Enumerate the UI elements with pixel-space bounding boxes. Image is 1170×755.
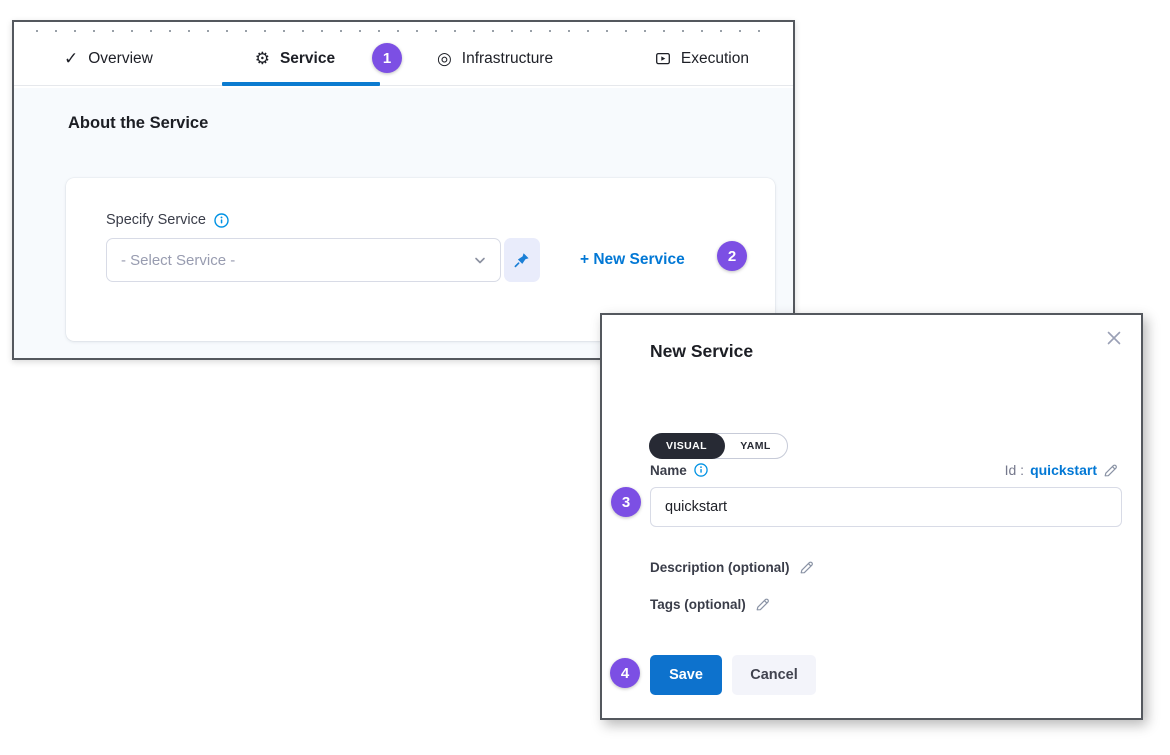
edit-tags-pencil-icon[interactable]	[755, 597, 770, 612]
new-service-link[interactable]: + New Service	[580, 251, 685, 269]
tab-execution-label: Execution	[681, 50, 749, 68]
save-button[interactable]: Save	[650, 655, 722, 695]
tab-service[interactable]: ⚙︎ Service	[255, 32, 335, 85]
tab-overview-label: Overview	[88, 50, 153, 68]
edit-id-pencil-icon[interactable]	[1103, 463, 1118, 478]
section-heading: About the Service	[68, 114, 793, 133]
step-badge-4: 4	[610, 658, 640, 688]
chevron-down-icon	[473, 253, 487, 267]
step-badge-3: 3	[611, 487, 641, 517]
name-id-row: Name Id : quickstart	[650, 462, 1118, 478]
step-badge-2: 2	[717, 241, 747, 271]
info-icon[interactable]	[694, 463, 708, 477]
tags-field: Tags (optional)	[650, 597, 770, 612]
description-field: Description (optional)	[650, 560, 814, 575]
service-select[interactable]: - Select Service -	[106, 238, 501, 282]
play-box-icon	[655, 51, 671, 67]
step-badge-1: 1	[372, 43, 402, 73]
service-select-row: - Select Service - + New	[106, 238, 775, 282]
target-icon: ◎	[437, 50, 452, 67]
pin-icon	[514, 252, 530, 268]
id-label: Id :	[1005, 462, 1024, 478]
description-label: Description (optional)	[650, 560, 790, 575]
check-icon: ✓	[64, 50, 78, 67]
toggle-yaml[interactable]: YAML	[725, 434, 787, 458]
visual-yaml-toggle: VISUAL YAML	[649, 433, 788, 459]
toggle-visual[interactable]: VISUAL	[649, 433, 725, 459]
stage-tab-bar: ✓ Overview ⚙︎ Service ◎ Infrastructure E…	[14, 32, 793, 86]
pin-runtime-input-button[interactable]	[504, 238, 540, 282]
edit-description-pencil-icon[interactable]	[799, 560, 814, 575]
service-name-input[interactable]	[650, 487, 1122, 527]
name-label-text: Name	[650, 463, 687, 478]
cancel-button[interactable]: Cancel	[732, 655, 816, 695]
gear-icon: ⚙︎	[255, 50, 270, 67]
service-id: Id : quickstart	[1005, 462, 1118, 478]
pipeline-stage-panel: ✓ Overview ⚙︎ Service ◎ Infrastructure E…	[12, 20, 795, 360]
dialog-title: New Service	[650, 341, 753, 362]
tab-execution[interactable]: Execution	[655, 32, 749, 85]
info-icon[interactable]	[214, 213, 229, 228]
new-service-dialog: New Service VISUAL YAML Name Id : quicks…	[600, 313, 1143, 720]
tab-overview[interactable]: ✓ Overview	[64, 32, 153, 85]
tab-infrastructure[interactable]: ◎ Infrastructure	[437, 32, 553, 85]
specify-service-label-text: Specify Service	[106, 212, 206, 228]
specify-service-label: Specify Service	[106, 212, 775, 228]
id-value: quickstart	[1030, 462, 1097, 478]
service-select-placeholder: - Select Service -	[121, 252, 235, 269]
close-icon[interactable]	[1103, 327, 1125, 349]
tab-service-label: Service	[280, 50, 335, 68]
tab-infrastructure-label: Infrastructure	[462, 50, 553, 68]
tags-label: Tags (optional)	[650, 597, 746, 612]
name-label: Name	[650, 463, 708, 478]
